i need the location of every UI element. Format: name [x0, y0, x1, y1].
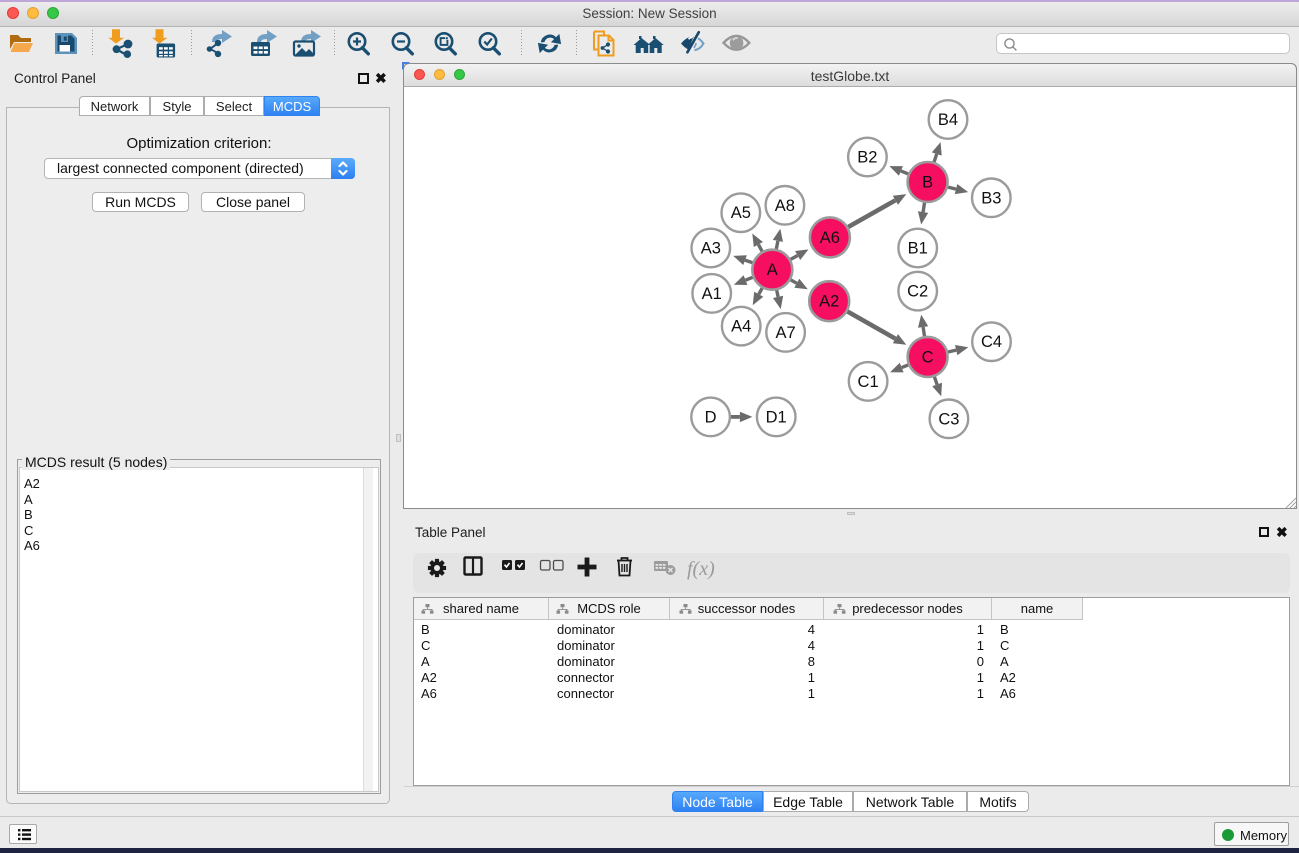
svg-text:B4: B4: [938, 111, 958, 129]
svg-text:A1: A1: [702, 285, 722, 303]
svg-text:B3: B3: [981, 189, 1001, 207]
svg-text:A6: A6: [820, 229, 840, 247]
svg-text:B2: B2: [857, 149, 877, 167]
svg-text:A5: A5: [731, 204, 751, 222]
svg-text:A4: A4: [731, 318, 751, 336]
svg-text:C1: C1: [858, 373, 879, 391]
svg-text:A3: A3: [701, 240, 721, 258]
svg-text:C4: C4: [981, 333, 1002, 351]
svg-text:B1: B1: [908, 240, 928, 258]
svg-text:C: C: [922, 348, 934, 366]
svg-text:A2: A2: [819, 293, 839, 311]
svg-text:C3: C3: [938, 410, 959, 428]
svg-text:A7: A7: [776, 324, 796, 342]
svg-text:C2: C2: [907, 283, 928, 301]
svg-text:D: D: [705, 408, 717, 426]
svg-text:B: B: [922, 174, 933, 192]
svg-text:A8: A8: [775, 197, 795, 215]
svg-text:A: A: [767, 261, 778, 279]
svg-text:D1: D1: [766, 408, 787, 426]
